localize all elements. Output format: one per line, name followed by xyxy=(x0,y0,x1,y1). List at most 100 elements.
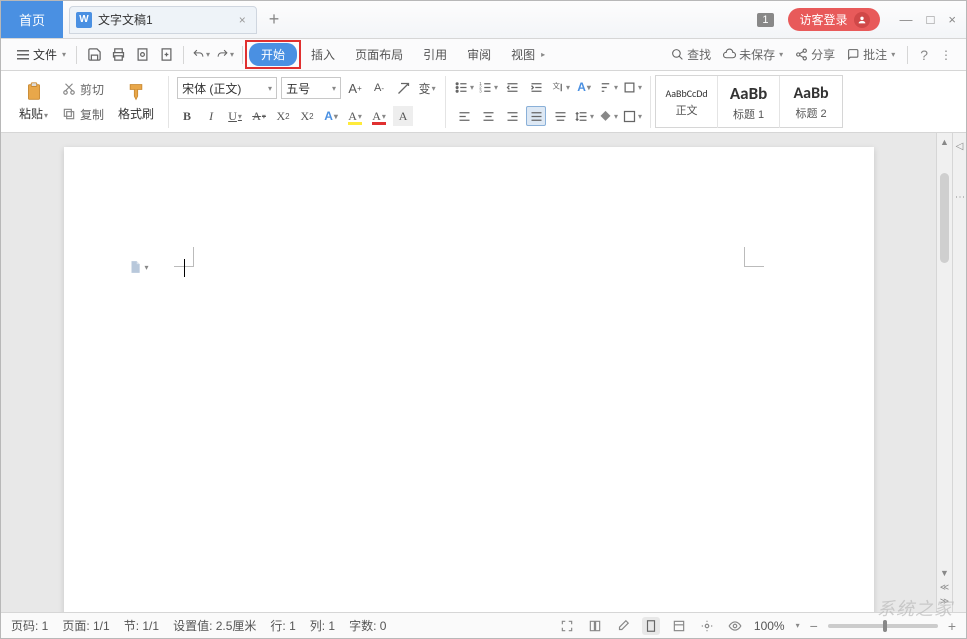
font-color-icon[interactable]: A▾ xyxy=(369,106,389,126)
redo-icon[interactable]: ▾ xyxy=(216,46,234,64)
bold-icon[interactable]: B xyxy=(177,106,197,126)
subscript-icon[interactable]: X2 xyxy=(297,106,317,126)
copy-button[interactable]: 复制 xyxy=(58,104,108,125)
vertical-scrollbar[interactable]: ▲ ▼ ≪ ≫ xyxy=(936,133,952,612)
tab-references[interactable]: 引用 xyxy=(413,42,457,67)
text-effects-icon[interactable]: A▾ xyxy=(321,106,341,126)
help-button[interactable]: ? xyxy=(920,47,928,63)
zoom-value[interactable]: 100% xyxy=(754,619,785,633)
close-window-button[interactable]: × xyxy=(948,12,956,27)
read-view-icon[interactable] xyxy=(586,617,604,635)
numbering-icon[interactable]: 123▾ xyxy=(478,77,498,97)
next-page-icon[interactable]: ≫ xyxy=(937,594,952,608)
export-icon[interactable] xyxy=(157,46,175,64)
tab-view[interactable]: 视图 xyxy=(501,42,545,67)
italic-icon[interactable]: I xyxy=(201,106,221,126)
font-family-select[interactable]: 宋体 (正文)▾ xyxy=(177,77,277,99)
align-right-icon[interactable] xyxy=(502,106,522,126)
print-icon[interactable] xyxy=(109,46,127,64)
align-distribute-icon[interactable] xyxy=(550,106,570,126)
font-size-select[interactable]: 五号▾ xyxy=(281,77,341,99)
maximize-button[interactable]: □ xyxy=(927,12,935,27)
shading-icon[interactable]: ▾ xyxy=(598,106,618,126)
more-button[interactable]: ⋮ xyxy=(940,48,952,62)
highlight-icon[interactable]: A▾ xyxy=(345,106,365,126)
status-col[interactable]: 列: 1 xyxy=(310,617,335,634)
zoom-slider[interactable] xyxy=(828,624,938,628)
login-button[interactable]: 访客登录 xyxy=(788,8,880,31)
zoom-knob[interactable] xyxy=(883,620,887,632)
bullets-icon[interactable]: ▾ xyxy=(454,77,474,97)
scroll-down-icon[interactable]: ▼ xyxy=(937,566,952,580)
scroll-up-icon[interactable]: ▲ xyxy=(937,135,952,149)
align-left-icon[interactable] xyxy=(454,106,474,126)
eye-view-icon[interactable] xyxy=(726,617,744,635)
sidebar-collapse-icon[interactable]: ◁ xyxy=(956,141,964,152)
save-icon[interactable] xyxy=(85,46,103,64)
sort-icon[interactable]: ▾ xyxy=(598,77,618,97)
prev-page-icon[interactable]: ≪ xyxy=(937,580,952,594)
zoom-out-button[interactable]: − xyxy=(810,618,818,634)
document-tab[interactable]: W 文字文稿1 × xyxy=(69,6,257,34)
outline-view-icon[interactable] xyxy=(670,617,688,635)
cut-button[interactable]: 剪切 xyxy=(58,79,108,100)
tab-layout[interactable]: 页面布局 xyxy=(345,42,413,67)
share-button[interactable]: 分享 xyxy=(795,46,835,63)
align-center-icon[interactable] xyxy=(478,106,498,126)
strike-icon[interactable]: A▾ xyxy=(249,106,269,126)
document-name: 文字文稿1 xyxy=(98,11,153,28)
page-hint-icon[interactable]: ▾ xyxy=(128,259,149,275)
status-section[interactable]: 节: 1/1 xyxy=(124,617,159,634)
close-tab-icon[interactable]: × xyxy=(239,13,246,27)
phonetic-icon[interactable]: 变▾ xyxy=(417,78,437,98)
style-item-2[interactable]: AaBb标题 2 xyxy=(780,76,842,128)
styles-gallery[interactable]: AaBbCcDd正文AaBb标题 1AaBb标题 2 xyxy=(655,75,843,128)
paste-button[interactable]: 粘贴▾ xyxy=(13,79,54,124)
grow-font-icon[interactable]: A+ xyxy=(345,78,365,98)
text-direction-icon[interactable]: 文▾ xyxy=(550,77,570,97)
print-preview-icon[interactable] xyxy=(133,46,151,64)
page[interactable]: ▾ xyxy=(64,147,874,612)
line-spacing-icon[interactable]: A▾ xyxy=(574,77,594,97)
align-justify-icon[interactable] xyxy=(526,106,546,126)
status-row[interactable]: 行: 1 xyxy=(270,617,295,634)
file-menu[interactable]: 文件 ▾ xyxy=(9,44,74,65)
borders-icon[interactable]: ▾ xyxy=(622,106,642,126)
show-marks-icon[interactable]: ▾ xyxy=(622,77,642,97)
add-tab-button[interactable]: + xyxy=(269,9,280,30)
status-setting[interactable]: 设置值: 2.5厘米 xyxy=(173,617,256,634)
sidebar-toggle[interactable]: ◁ ⋮ xyxy=(952,133,966,612)
outdent-icon[interactable] xyxy=(502,77,522,97)
tab-review[interactable]: 审阅 xyxy=(457,42,501,67)
edit-view-icon[interactable] xyxy=(614,617,632,635)
underline-icon[interactable]: U▾ xyxy=(225,106,245,126)
undo-icon[interactable]: ▾ xyxy=(192,46,210,64)
zoom-in-button[interactable]: + xyxy=(948,618,956,634)
home-tab[interactable]: 首页 xyxy=(1,1,63,38)
web-view-icon[interactable] xyxy=(698,617,716,635)
tab-start[interactable]: 开始 xyxy=(249,43,297,66)
notification-badge[interactable]: 1 xyxy=(757,13,773,27)
fullscreen-icon[interactable] xyxy=(558,617,576,635)
char-shading-icon[interactable]: A xyxy=(393,106,413,126)
unsaved-button[interactable]: 未保存▾ xyxy=(723,46,783,63)
clear-format-icon[interactable] xyxy=(393,78,413,98)
style-item-1[interactable]: AaBb标题 1 xyxy=(718,76,780,128)
status-page[interactable]: 页面: 1/1 xyxy=(62,617,109,634)
style-item-0[interactable]: AaBbCcDd正文 xyxy=(656,76,718,128)
svg-text:3: 3 xyxy=(479,88,482,93)
document-scroll[interactable]: ▾ xyxy=(1,133,936,612)
indent-icon[interactable] xyxy=(526,77,546,97)
format-painter-button[interactable]: 格式刷 xyxy=(112,79,160,124)
page-view-icon[interactable] xyxy=(642,617,660,635)
scroll-thumb[interactable] xyxy=(940,173,949,263)
line-height-icon[interactable]: ▾ xyxy=(574,106,594,126)
annotate-button[interactable]: 批注▾ xyxy=(847,46,895,63)
shrink-font-icon[interactable]: A- xyxy=(369,78,389,98)
superscript-icon[interactable]: X2 xyxy=(273,106,293,126)
status-words[interactable]: 字数: 0 xyxy=(349,617,386,634)
find-button[interactable]: 查找 xyxy=(671,46,711,63)
tab-insert[interactable]: 插入 xyxy=(301,42,345,67)
minimize-button[interactable]: — xyxy=(900,12,913,27)
status-page-no[interactable]: 页码: 1 xyxy=(11,617,48,634)
